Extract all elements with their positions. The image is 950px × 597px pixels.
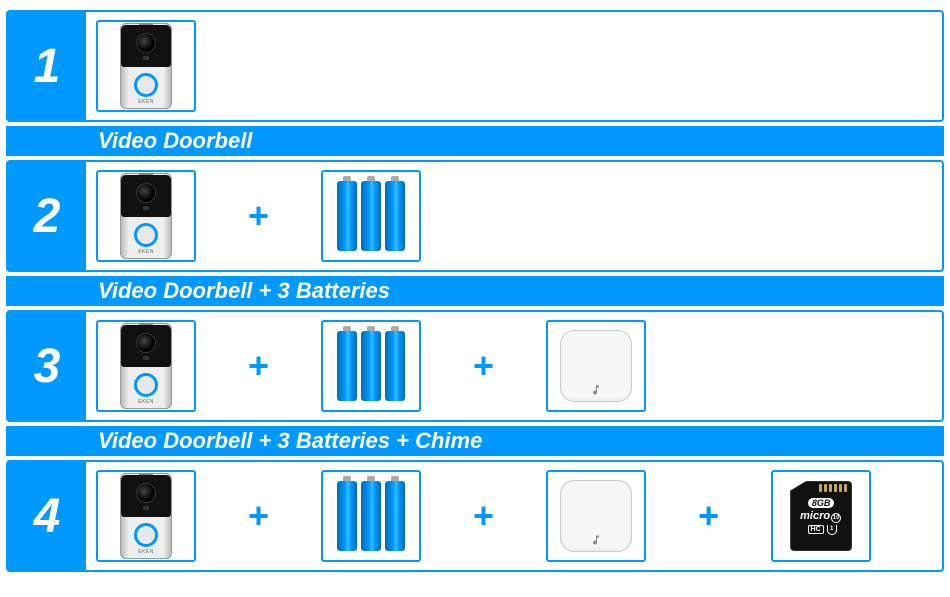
plus-icon: + [421, 345, 546, 387]
option-row-2: 2 EKEN + [6, 160, 944, 272]
option-number: 3 [8, 312, 86, 420]
option-number: 4 [8, 462, 86, 570]
option-caption-1: Video Doorbell [6, 126, 944, 156]
doorbell-box: EKEN [96, 470, 196, 562]
option-items: EKEN [86, 12, 942, 120]
doorbell-brand-label: EKEN [138, 99, 154, 105]
sdcard-box: 8GB micro10 HC 1 [771, 470, 871, 562]
doorbell-icon: EKEN [120, 323, 172, 409]
music-note-icon [586, 383, 606, 397]
doorbell-brand-label: EKEN [138, 549, 154, 555]
doorbell-brand-label: EKEN [138, 249, 154, 255]
chime-icon [560, 480, 632, 552]
batteries-icon [337, 181, 405, 251]
option-caption-3: Video Doorbell + 3 Batteries + Chime [6, 426, 944, 456]
option-items: EKEN + [86, 162, 942, 270]
plus-icon: + [646, 495, 771, 537]
plus-icon: + [421, 495, 546, 537]
plus-icon: + [196, 495, 321, 537]
batteries-box [321, 320, 421, 412]
doorbell-icon: EKEN [120, 473, 172, 559]
sdcard-capacity: 8GB [808, 498, 835, 508]
plus-icon: + [196, 345, 321, 387]
music-note-icon [586, 533, 606, 547]
option-number: 2 [8, 162, 86, 270]
sdcard-type: micro10 [800, 511, 842, 523]
option-caption-2: Video Doorbell + 3 Batteries [6, 276, 944, 306]
option-row-3: 3 EKEN + + [6, 310, 944, 422]
doorbell-box: EKEN [96, 320, 196, 412]
chime-icon [560, 330, 632, 402]
batteries-icon [337, 331, 405, 401]
option-items: EKEN + + + 8GB [86, 462, 942, 570]
sdcard-icon: 8GB micro10 HC 1 [790, 481, 852, 551]
doorbell-box: EKEN [96, 170, 196, 262]
batteries-box [321, 470, 421, 562]
batteries-icon [337, 481, 405, 551]
chime-box [546, 320, 646, 412]
plus-icon: + [196, 195, 321, 237]
chime-box [546, 470, 646, 562]
batteries-box [321, 170, 421, 262]
doorbell-box: EKEN [96, 20, 196, 112]
option-number: 1 [8, 12, 86, 120]
option-row-1: 1 EKEN [6, 10, 944, 122]
doorbell-icon: EKEN [120, 23, 172, 109]
doorbell-icon: EKEN [120, 173, 172, 259]
doorbell-brand-label: EKEN [138, 399, 154, 405]
option-items: EKEN + + [86, 312, 942, 420]
sdcard-class-row: HC 1 [806, 525, 837, 535]
product-options-container: 1 EKEN Video Doorbell 2 EKEN + [0, 0, 950, 572]
option-row-4: 4 EKEN + + + [6, 460, 944, 572]
